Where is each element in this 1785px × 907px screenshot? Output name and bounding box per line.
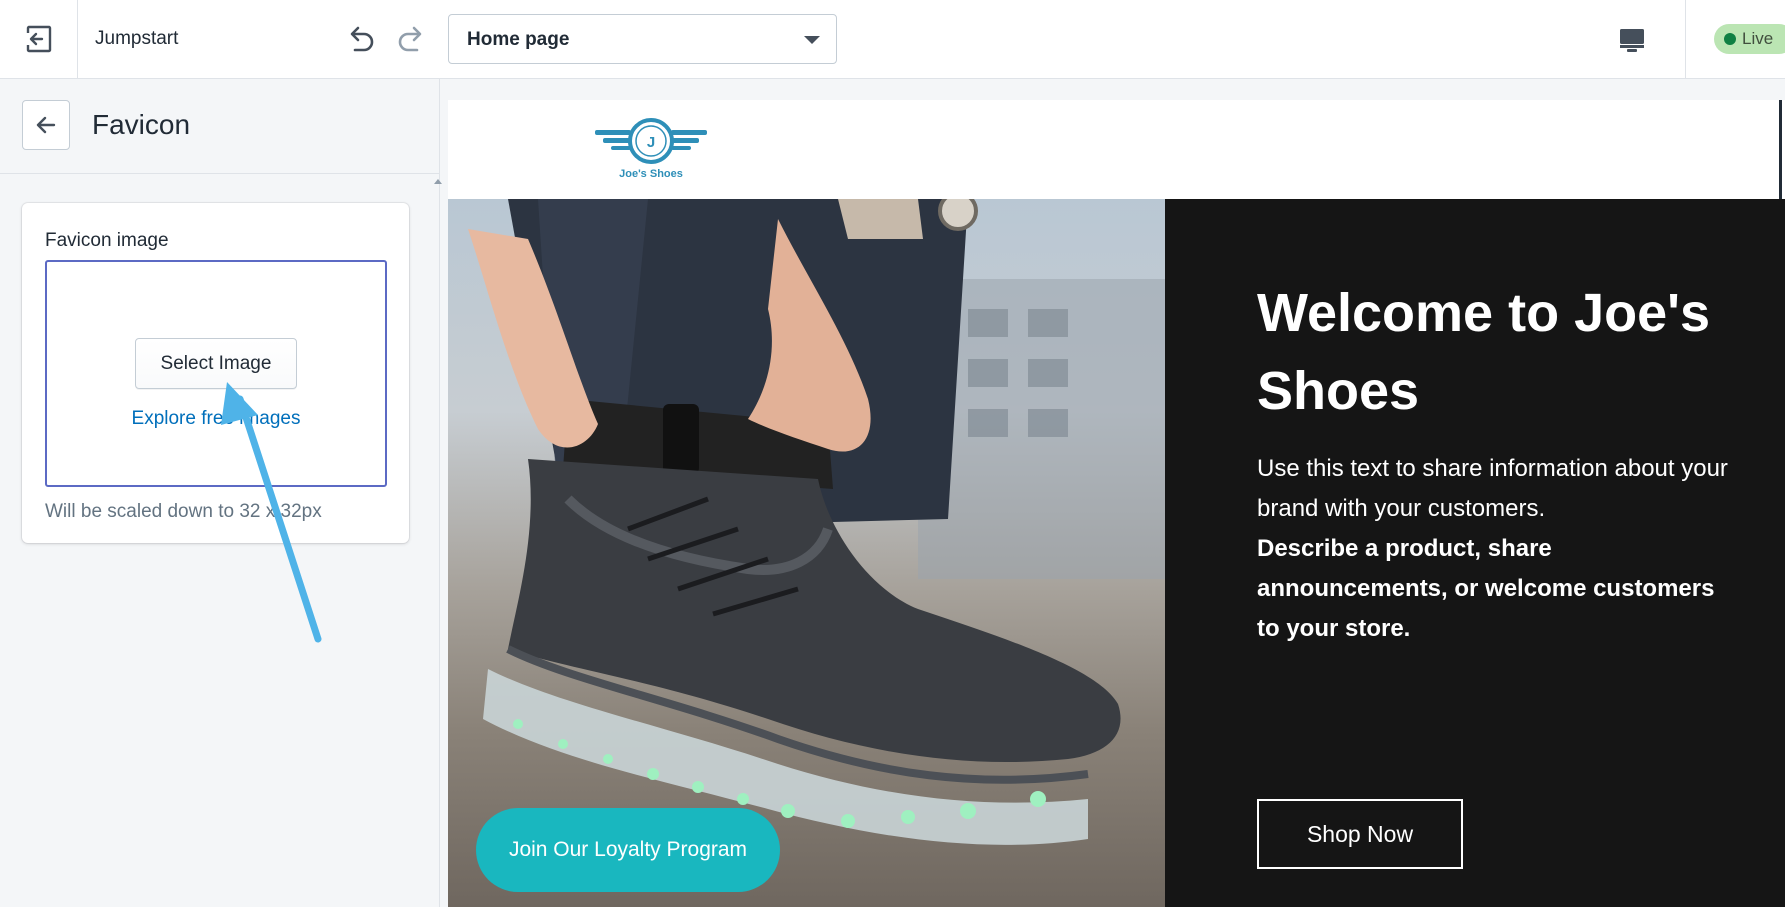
help-text: Will be scaled down to 32 x 32px: [45, 501, 322, 522]
favicon-card: Favicon image Select Image Explore free …: [22, 203, 409, 543]
chevron-down-icon: [804, 36, 820, 44]
page-select-value: Home page: [467, 29, 570, 50]
panel-title: Favicon: [92, 109, 191, 140]
top-bar: Jumpstart Home page Live: [0, 0, 1785, 79]
live-dot-icon: [1724, 33, 1736, 45]
hero-bold-text: Describe a product, share announcements,…: [1257, 535, 1715, 642]
status-badge-label: Live: [1742, 29, 1774, 48]
topbar-divider: [1685, 0, 1686, 79]
select-image-button[interactable]: Select Image: [135, 338, 297, 389]
store-preview: J Joe's Shoes Welcome to Joe's Shoes Use…: [448, 100, 1785, 907]
page-select[interactable]: Home page: [448, 14, 837, 64]
back-button[interactable]: [22, 100, 70, 150]
sidebar: Favicon Favicon image Select Image Explo…: [0, 79, 442, 907]
scroll-up-arrow-icon[interactable]: [434, 179, 442, 184]
store-header: J Joe's Shoes: [448, 100, 1782, 199]
shop-now-button[interactable]: Shop Now: [1257, 799, 1463, 869]
exit-button[interactable]: [0, 0, 78, 78]
device-toggle-button[interactable]: [1612, 20, 1652, 60]
store-logo[interactable]: J Joe's Shoes: [593, 114, 709, 184]
hero-title: Welcome to Joe's Shoes: [1257, 283, 1710, 421]
arrow-left-icon: [36, 116, 56, 134]
explore-images-link[interactable]: Explore free images: [47, 408, 385, 430]
hero-panel: Welcome to Joe's Shoes Use this text to …: [1165, 199, 1785, 907]
image-dropzone[interactable]: Select Image Explore free images: [45, 260, 387, 487]
undo-icon: [350, 26, 374, 52]
sneaker-photo-illustration: [468, 199, 1165, 845]
hero-text: Use this text to share information about…: [1257, 455, 1728, 522]
hero-image: [448, 199, 1165, 907]
redo-icon: [398, 26, 422, 52]
sidebar-header: Favicon: [0, 79, 440, 174]
logo-text: Joe's Shoes: [619, 168, 683, 180]
field-label: Favicon image: [45, 230, 169, 251]
undo-button[interactable]: [340, 20, 380, 58]
desktop-icon: [1620, 29, 1644, 52]
redo-button[interactable]: [392, 20, 432, 58]
winged-logo-icon: J: [595, 118, 707, 164]
exit-icon: [25, 25, 51, 53]
logo-letter: J: [647, 134, 655, 151]
theme-name: Jumpstart: [95, 28, 179, 49]
status-badge: Live: [1714, 24, 1785, 54]
loyalty-program-button[interactable]: Join Our Loyalty Program: [476, 808, 780, 892]
